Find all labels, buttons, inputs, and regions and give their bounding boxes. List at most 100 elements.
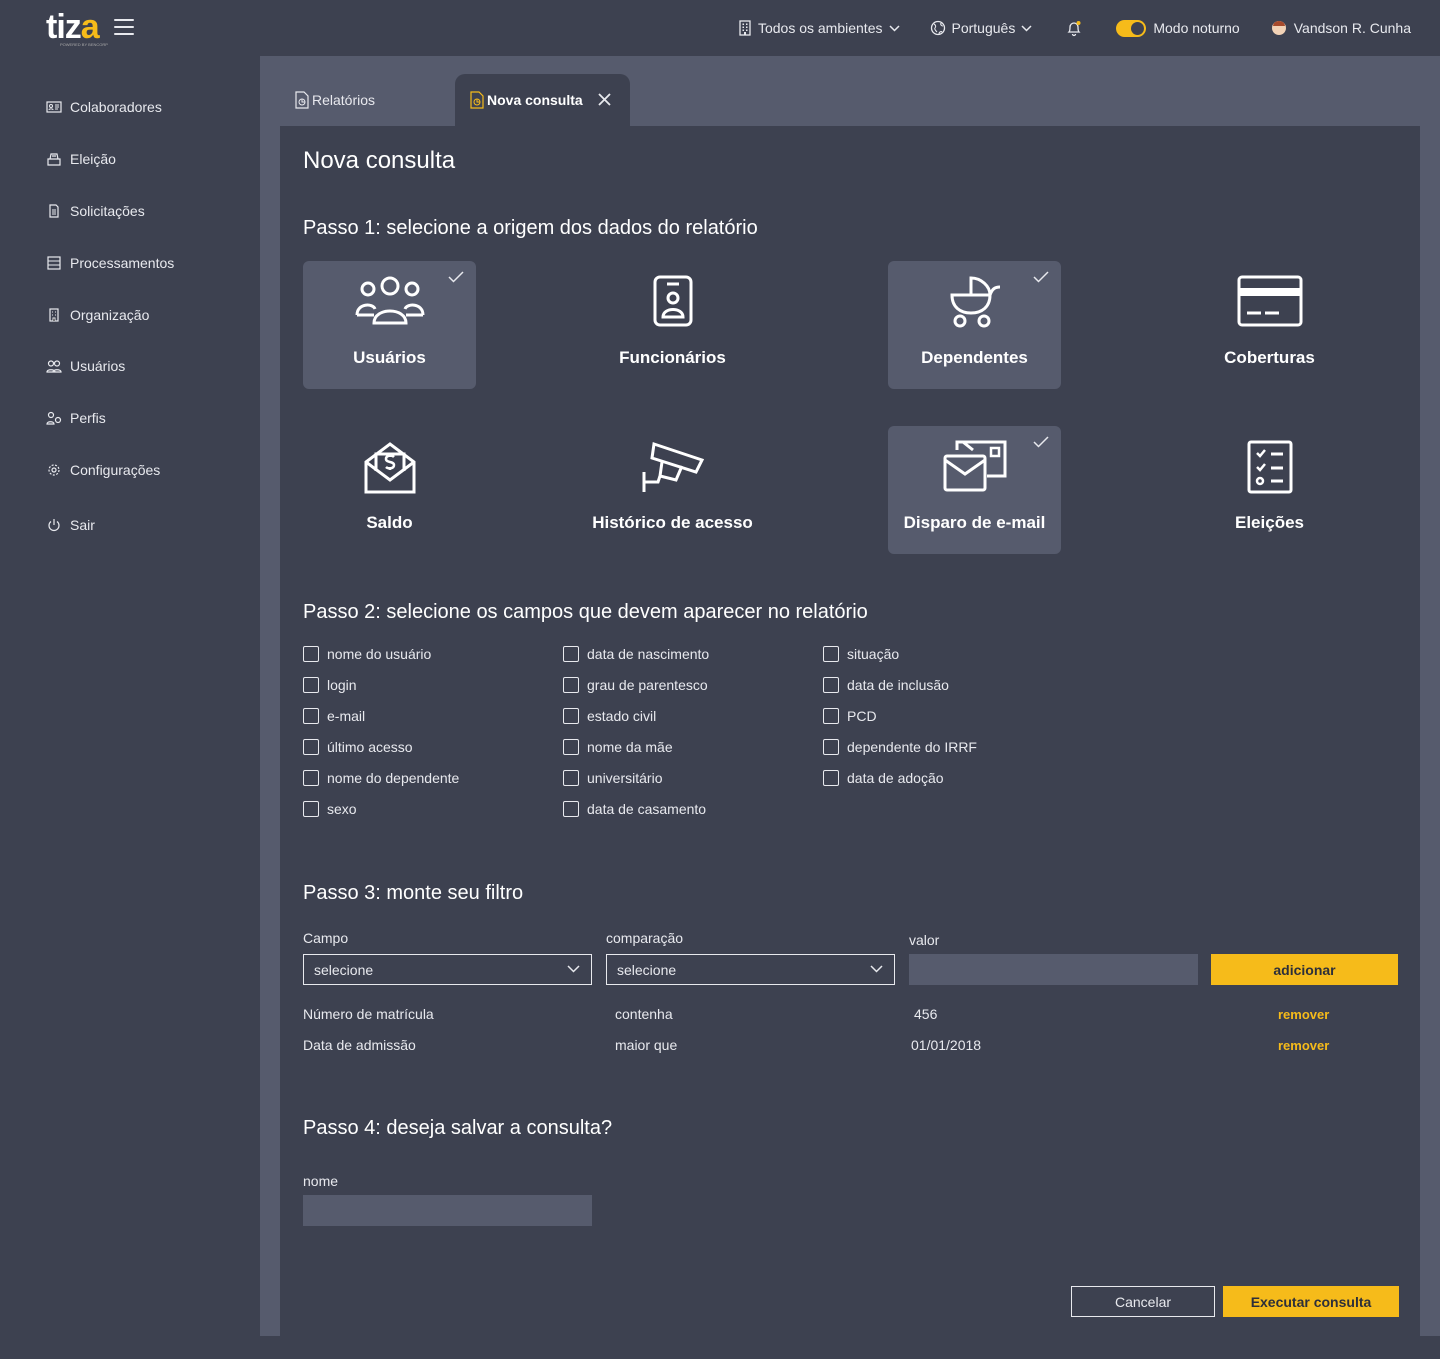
filter-value: 456 <box>914 1006 938 1022</box>
source-card-dependentes[interactable]: Dependentes <box>888 261 1061 389</box>
employee-badge-icon <box>653 275 692 327</box>
remove-filter-button[interactable]: remover <box>1278 1038 1329 1053</box>
checkbox[interactable] <box>823 739 839 755</box>
sidebar-item-label: Processamentos <box>70 255 175 271</box>
checkbox[interactable] <box>563 770 579 786</box>
checkbox-label: nome do usuário <box>327 646 432 662</box>
checkbox[interactable] <box>303 739 319 755</box>
user-menu[interactable]: Vandson R. Cunha <box>1271 20 1411 36</box>
checkbox[interactable] <box>563 801 579 817</box>
cancel-button[interactable]: Cancelar <box>1071 1286 1215 1317</box>
comparison-select[interactable]: selecione <box>606 954 895 985</box>
sidebar-item-usuarios[interactable]: Usuários <box>46 358 125 374</box>
sidebar-item-colaboradores[interactable]: Colaboradores <box>46 99 162 115</box>
sidebar-item-sair[interactable]: Sair <box>46 517 95 533</box>
notifications-button[interactable] <box>1066 20 1088 37</box>
comparison-label: comparação <box>606 930 684 946</box>
field-checkbox[interactable]: sexo <box>303 801 357 817</box>
checkbox-label: login <box>327 677 357 693</box>
sidebar-item-configuracoes[interactable]: Configurações <box>46 462 160 478</box>
field-checkbox[interactable]: data de inclusão <box>823 677 949 693</box>
checkbox[interactable] <box>823 708 839 724</box>
source-label: Histórico de acesso <box>592 513 753 532</box>
report-icon <box>470 91 484 109</box>
toggle-switch[interactable] <box>1116 19 1147 37</box>
sidebar-item-solicitacoes[interactable]: Solicitações <box>46 203 145 219</box>
source-card-saldo[interactable]: Saldo <box>303 426 476 554</box>
field-checkbox[interactable]: PCD <box>823 708 877 724</box>
chevron-down-icon <box>1021 24 1032 32</box>
checkbox-label: sexo <box>327 801 357 817</box>
source-label: Disparo de e-mail <box>903 513 1046 532</box>
sidebar-item-eleicao[interactable]: Eleição <box>46 151 116 167</box>
field-checkbox[interactable]: último acesso <box>303 739 413 755</box>
checkbox[interactable] <box>303 770 319 786</box>
checkbox[interactable] <box>563 708 579 724</box>
filter-field: Número de matrícula <box>303 1006 434 1022</box>
checkbox[interactable] <box>823 677 839 693</box>
field-checkbox[interactable]: universitário <box>563 770 662 786</box>
field-checkbox[interactable]: estado civil <box>563 708 656 724</box>
checkbox[interactable] <box>563 677 579 693</box>
source-card-coberturas[interactable]: Coberturas <box>1183 261 1356 389</box>
field-select[interactable]: selecione <box>303 954 592 985</box>
checkbox[interactable] <box>563 646 579 662</box>
source-card-funcionarios[interactable]: Funcionários <box>586 261 759 389</box>
source-label: Eleições <box>1235 513 1304 532</box>
sidebar: Colaboradores Eleição Solicitações Proce… <box>0 56 260 1336</box>
sidebar-item-label: Solicitações <box>70 203 145 219</box>
remove-filter-button[interactable]: remover <box>1278 1007 1329 1022</box>
checkbox[interactable] <box>303 708 319 724</box>
source-card-disparo-email[interactable]: Disparo de e-mail <box>888 426 1061 554</box>
checkbox[interactable] <box>303 801 319 817</box>
checkbox-label: e-mail <box>327 708 366 724</box>
main-area: Relatórios Nova consulta Nova consulta P… <box>260 56 1440 1338</box>
field-checkbox[interactable]: situação <box>823 646 899 662</box>
field-checkbox[interactable]: grau de parentesco <box>563 677 708 693</box>
list-icon <box>47 256 61 270</box>
checkbox-label: dependente do IRRF <box>847 739 977 755</box>
sidebar-item-organizacao[interactable]: Organização <box>46 307 149 323</box>
field-checkbox[interactable]: e-mail <box>303 708 365 724</box>
checkbox[interactable] <box>303 677 319 693</box>
logo-subtitle: POWERED BY BENCORP <box>60 42 108 47</box>
check-icon <box>1033 436 1049 448</box>
checkbox-label: situação <box>847 646 900 662</box>
tab-nova-consulta[interactable]: Nova consulta <box>455 74 630 126</box>
field-checkbox[interactable]: nome do dependente <box>303 770 459 786</box>
field-checkbox[interactable]: dependente do IRRF <box>823 739 977 755</box>
building-icon <box>49 308 59 322</box>
sidebar-item-processamentos[interactable]: Processamentos <box>46 255 174 271</box>
field-checkbox[interactable]: nome da mãe <box>563 739 673 755</box>
add-filter-button[interactable]: adicionar <box>1211 954 1398 985</box>
night-mode-toggle[interactable]: Modo noturno <box>1116 19 1240 37</box>
step3-title: Passo 3: monte seu filtro <box>303 882 524 904</box>
sidebar-item-label: Organização <box>70 307 150 323</box>
field-checkbox[interactable]: login <box>303 677 357 693</box>
execute-query-button[interactable]: Executar consulta <box>1223 1286 1399 1317</box>
sidebar-item-perfis[interactable]: Perfis <box>46 410 106 426</box>
environment-selector[interactable]: Todos os ambientes <box>738 20 900 36</box>
language-selector[interactable]: Português <box>930 20 1033 36</box>
query-name-input[interactable] <box>303 1195 592 1226</box>
field-checkbox[interactable]: data de nascimento <box>563 646 709 662</box>
field-checkbox[interactable]: data de adoção <box>823 770 944 786</box>
checkbox-label: estado civil <box>587 708 657 724</box>
source-card-usuarios[interactable]: Usuários <box>303 261 476 389</box>
checkbox[interactable] <box>823 646 839 662</box>
field-checkbox[interactable]: nome do usuário <box>303 646 431 662</box>
checkbox[interactable] <box>563 739 579 755</box>
checkbox-label: data de adoção <box>847 770 944 786</box>
menu-toggle-icon[interactable] <box>114 19 134 36</box>
close-icon[interactable] <box>598 93 611 106</box>
source-card-eleicoes[interactable]: Eleições <box>1183 426 1356 554</box>
checkbox[interactable] <box>823 770 839 786</box>
document-icon <box>49 204 59 218</box>
field-checkbox[interactable]: data de casamento <box>563 801 706 817</box>
logo[interactable]: tiza POWERED BY BENCORP <box>46 10 108 47</box>
baby-carriage-icon <box>949 276 1000 328</box>
checkbox[interactable] <box>303 646 319 662</box>
value-input[interactable] <box>909 954 1198 985</box>
source-card-historico[interactable]: Histórico de acesso <box>586 426 759 554</box>
tab-relatorios[interactable]: Relatórios <box>295 74 375 126</box>
